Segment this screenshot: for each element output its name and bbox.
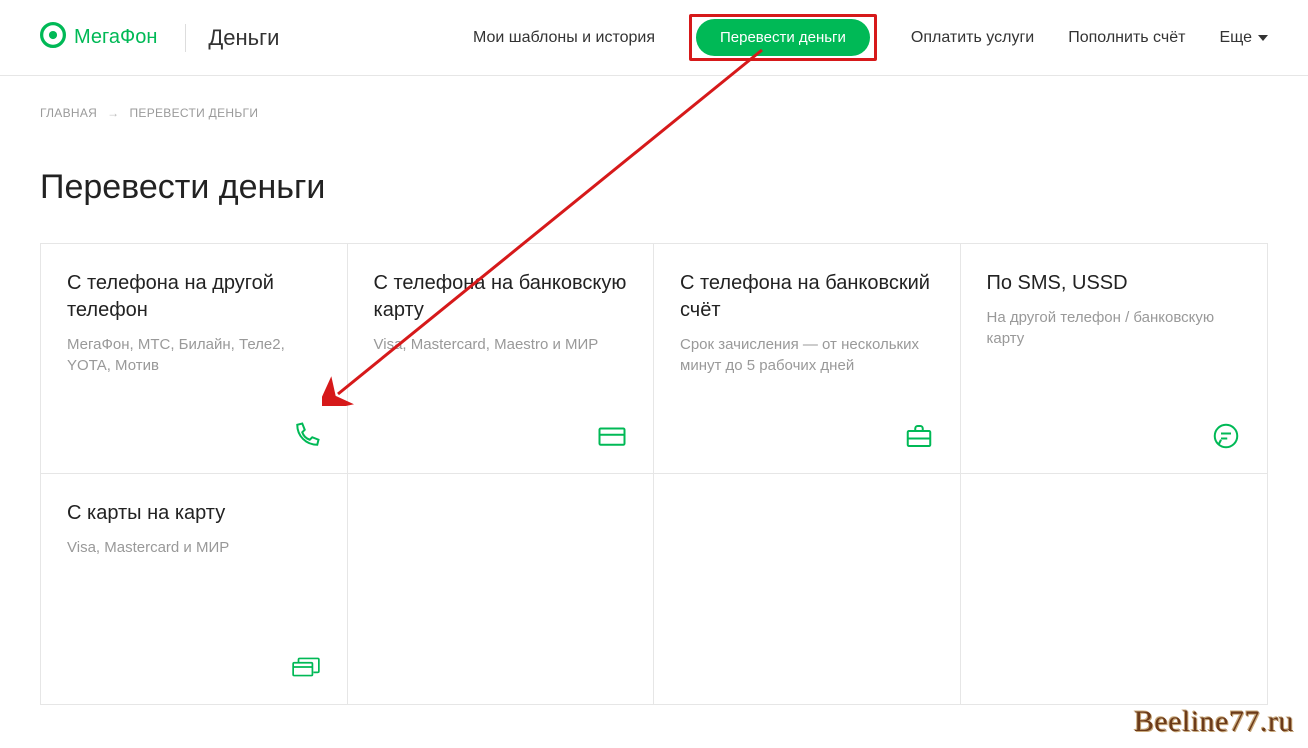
chat-icon (1211, 421, 1241, 451)
card-icon (597, 421, 627, 451)
breadcrumb-current: ПЕРЕВЕСТИ ДЕНЬГИ (129, 106, 258, 120)
header-section[interactable]: Деньги (208, 25, 279, 51)
card-title: По SMS, USSD (987, 270, 1242, 297)
card-title: С телефона на другой телефон (67, 270, 321, 324)
card-card-to-card[interactable]: С карты на карту Visa, Mastercard и МИР (41, 474, 348, 704)
chevron-down-icon (1258, 35, 1268, 41)
arrow-right-icon: → (107, 106, 119, 120)
transfer-options-grid: С телефона на другой телефон МегаФон, МТ… (40, 243, 1268, 705)
card-phone-to-account[interactable]: С телефона на банковский счёт Срок зачис… (654, 244, 961, 474)
brand-name: МегаФон (74, 26, 157, 49)
phone-icon (291, 421, 321, 451)
page-content: ГЛАВНАЯ → ПЕРЕВЕСТИ ДЕНЬГИ Перевести ден… (0, 76, 1308, 745)
header-divider (185, 24, 186, 52)
card-empty (348, 474, 655, 704)
page-title: Перевести деньги (40, 168, 1268, 207)
main-nav: Мои шаблоны и история Перевести деньги О… (473, 14, 1268, 61)
megafon-logo-icon (40, 22, 66, 53)
card-title: С карты на карту (67, 500, 321, 527)
card-subtitle: Visa, Mastercard и МИР (67, 537, 321, 558)
card-subtitle: На другой телефон / банковскую карту (987, 307, 1242, 349)
watermark: Beeline77.ru (1134, 705, 1294, 739)
nav-more[interactable]: Еще (1219, 29, 1268, 47)
cards-stack-icon (291, 652, 321, 682)
card-title: С телефона на банковский счёт (680, 270, 934, 324)
nav-templates[interactable]: Мои шаблоны и история (473, 29, 655, 47)
header: МегаФон Деньги Мои шаблоны и история Пер… (0, 0, 1308, 76)
card-subtitle: МегаФон, МТС, Билайн, Теле2, YOTA, Мотив (67, 334, 321, 376)
briefcase-icon (904, 421, 934, 451)
card-title: С телефона на банковскую карту (374, 270, 628, 324)
nav-topup[interactable]: Пополнить счёт (1068, 29, 1185, 47)
card-phone-to-phone[interactable]: С телефона на другой телефон МегаФон, МТ… (41, 244, 348, 474)
card-subtitle: Visa, Mastercard, Maestro и МИР (374, 334, 628, 355)
card-subtitle: Срок зачисления — от нескольких минут до… (680, 334, 934, 376)
breadcrumb-home[interactable]: ГЛАВНАЯ (40, 106, 97, 120)
breadcrumb: ГЛАВНАЯ → ПЕРЕВЕСТИ ДЕНЬГИ (40, 106, 1268, 120)
card-empty (654, 474, 961, 704)
card-empty (961, 474, 1268, 704)
card-sms-ussd[interactable]: По SMS, USSD На другой телефон / банковс… (961, 244, 1268, 474)
annotation-highlight-box: Перевести деньги (689, 14, 877, 61)
brand-logo[interactable]: МегаФон (40, 22, 157, 53)
nav-pay[interactable]: Оплатить услуги (911, 29, 1034, 47)
card-phone-to-card[interactable]: С телефона на банковскую карту Visa, Mas… (348, 244, 655, 474)
nav-transfer-button[interactable]: Перевести деньги (696, 19, 870, 56)
nav-more-label: Еще (1219, 29, 1252, 47)
